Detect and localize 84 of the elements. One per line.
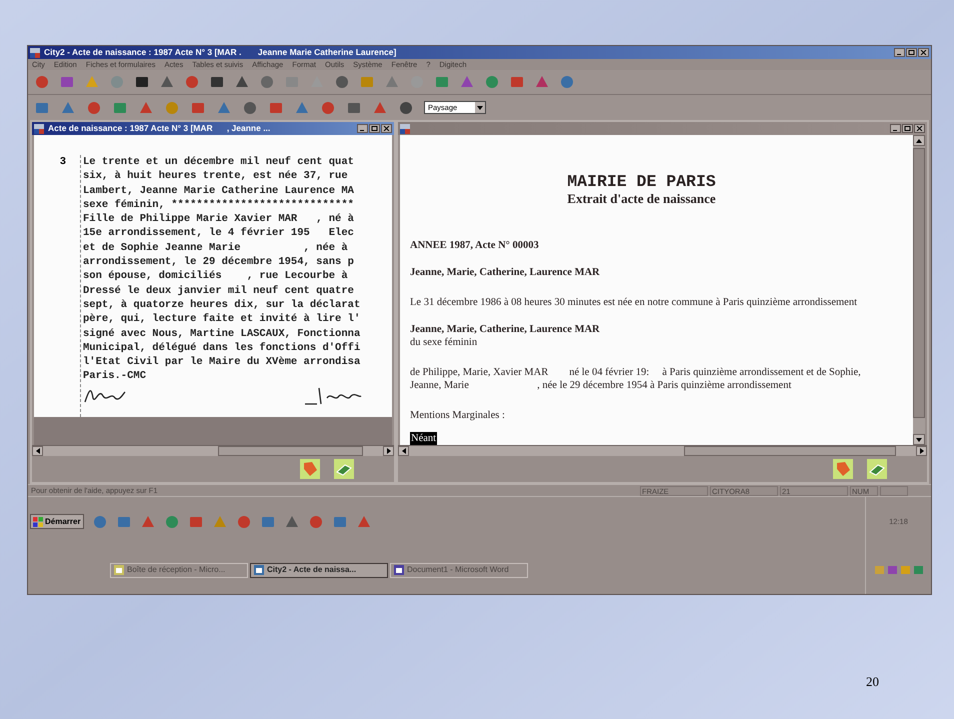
tray-icon[interactable]: [886, 565, 898, 576]
window-title: Acte de naissance : 1987 Acte N° 3 [MAR , Jeanne ...: [48, 124, 270, 133]
document-subheading: Extrait d'acte de naissance: [567, 191, 716, 207]
tool-icon[interactable]: [284, 514, 300, 530]
tag-icon[interactable]: [833, 459, 853, 479]
scanned-text-line: Dressé le deux janvier mil neuf cent quatre: [83, 284, 355, 298]
scroll-thumb[interactable]: [218, 446, 363, 456]
window-icon: [394, 565, 404, 575]
scanned-text-line: Paris.-CMC: [83, 369, 148, 384]
app-icon: [400, 124, 410, 134]
app-icon: [30, 48, 40, 58]
tool-icon[interactable]: [209, 74, 225, 90]
window-icon: [114, 565, 124, 575]
minimize-button[interactable]: [894, 48, 905, 57]
scanned-text-line: père, qui, lecture faite et invité à lire l': [83, 312, 362, 327]
horizontal-scrollbar[interactable]: [32, 445, 394, 456]
maximize-button[interactable]: [902, 124, 913, 133]
right-arrow-icon: [386, 448, 390, 454]
book-icon[interactable]: [867, 459, 887, 479]
windows-logo-icon: [33, 516, 43, 526]
scanned-text-line: arrondissement, le 29 décembre 1954, sans p: [83, 255, 355, 270]
scroll-thumb[interactable]: [684, 446, 896, 456]
slide-number: 20: [866, 673, 879, 691]
scanned-text-line: son épouse, domiciliés , rue Lecourbe à: [83, 269, 349, 284]
document-heading: MAIRIE DE PARIS: [567, 173, 716, 191]
left-arrow-icon: [36, 448, 40, 454]
line-number: 3: [58, 155, 67, 170]
caret-icon: [475, 102, 485, 113]
taskbar-task[interactable]: City2 - Acte de naissa...: [250, 562, 388, 578]
document-paragraph: Jeanne, Marie, Catherine, Laurence MAR: [410, 323, 600, 336]
right-arrow-icon: [920, 448, 924, 454]
scanned-text-line: Fille de Philippe Marie Xavier MAR , né à: [83, 212, 355, 226]
left-arrow-icon: [402, 448, 406, 454]
tool-icon[interactable]: [398, 100, 414, 116]
close-button[interactable]: [918, 48, 929, 57]
close-icon: [383, 126, 390, 131]
tray-icon[interactable]: [900, 565, 910, 576]
scanned-text-line: et de Sophie Jeanne Marie , née à: [83, 240, 349, 256]
scanned-text-line: l'Etat Civil par le Maire du XVème arrondisa: [83, 355, 362, 370]
start-button[interactable]: Démarrer: [30, 514, 84, 529]
tool-icon[interactable]: [234, 74, 250, 90]
document-paragraph: ANNEE 1987, Acte N° 00003: [410, 239, 539, 252]
document-paragraph: du sexe féminin: [410, 336, 478, 349]
minimize-button[interactable]: [890, 124, 901, 133]
book-icon[interactable]: [334, 459, 354, 479]
window-title: City2 - Acte de naissance : 1987 Acte N° 3 [MAR . Jeanne Marie Catherine Laurence]: [44, 48, 396, 57]
horizontal-scrollbar[interactable]: [398, 445, 927, 456]
tool-icon[interactable]: [134, 74, 150, 90]
close-icon: [920, 50, 927, 55]
maximize-icon: [371, 126, 378, 131]
close-button[interactable]: [381, 124, 392, 133]
scanned-text-line: Municipal, délégué dans les fonctions d'Offi: [83, 340, 362, 356]
scanned-text-line: six, à huit heures trente, est née 37, rue: [83, 169, 349, 184]
close-icon: [916, 126, 923, 131]
tray-icon[interactable]: [874, 565, 884, 576]
scanned-text-line: Lambert, Jeanne Marie Catherine Laurence MA: [83, 184, 355, 198]
tool-icon[interactable]: [159, 74, 175, 90]
scanned-text-line: 15e arrondissement, le 4 février 195 Elec: [83, 226, 355, 241]
window-icon: [254, 565, 264, 575]
maximize-icon: [908, 50, 915, 55]
maximize-icon: [904, 126, 911, 131]
maximize-button[interactable]: [369, 124, 380, 133]
scanned-text-line: Le trente et un décembre mil neuf cent quat: [83, 155, 355, 170]
tray-icon[interactable]: [912, 565, 924, 576]
tool-icon[interactable]: [334, 74, 350, 90]
up-arrow-icon: [916, 138, 922, 142]
down-arrow-icon: [916, 438, 922, 442]
document-paragraph: Le 31 décembre 1986 à 08 heures 30 minutes est née en notre commune à Paris quinzième arrondissement: [410, 296, 857, 309]
maximize-button[interactable]: [906, 48, 917, 57]
document-paragraph: de Philippe, Marie, Xavier MAR né le 04 février 19: à Paris quinzième arrondissement et de Sophie, Jeanne, Marie , née le 29 décembre 1954 à Paris quinzième arrondissement: [410, 366, 862, 392]
tag-icon[interactable]: [300, 459, 320, 479]
app-icon: [34, 124, 44, 134]
tool-icon[interactable]: [242, 100, 258, 116]
close-button[interactable]: [914, 124, 925, 133]
minimize-button[interactable]: [357, 124, 368, 133]
status-pane: [880, 486, 908, 496]
scanned-text-line: signé avec Nous, Martine LASCAUX, Fonctionna: [83, 326, 362, 341]
document-paragraph: Mentions Marginales :: [410, 409, 505, 422]
taskbar-task[interactable]: Document1 - Microsoft Word: [390, 562, 528, 578]
scanned-text-line: sept, à quatorze heures dix, sur la déclarat: [83, 298, 362, 312]
scanned-text-line: sexe féminin, *****************************: [83, 198, 355, 212]
document-paragraph: Jeanne, Marie, Catherine, Laurence MAR: [410, 266, 600, 279]
document-paragraph: Néant: [410, 432, 438, 445]
taskbar-task[interactable]: Boîte de réception - Micro...: [110, 562, 248, 578]
